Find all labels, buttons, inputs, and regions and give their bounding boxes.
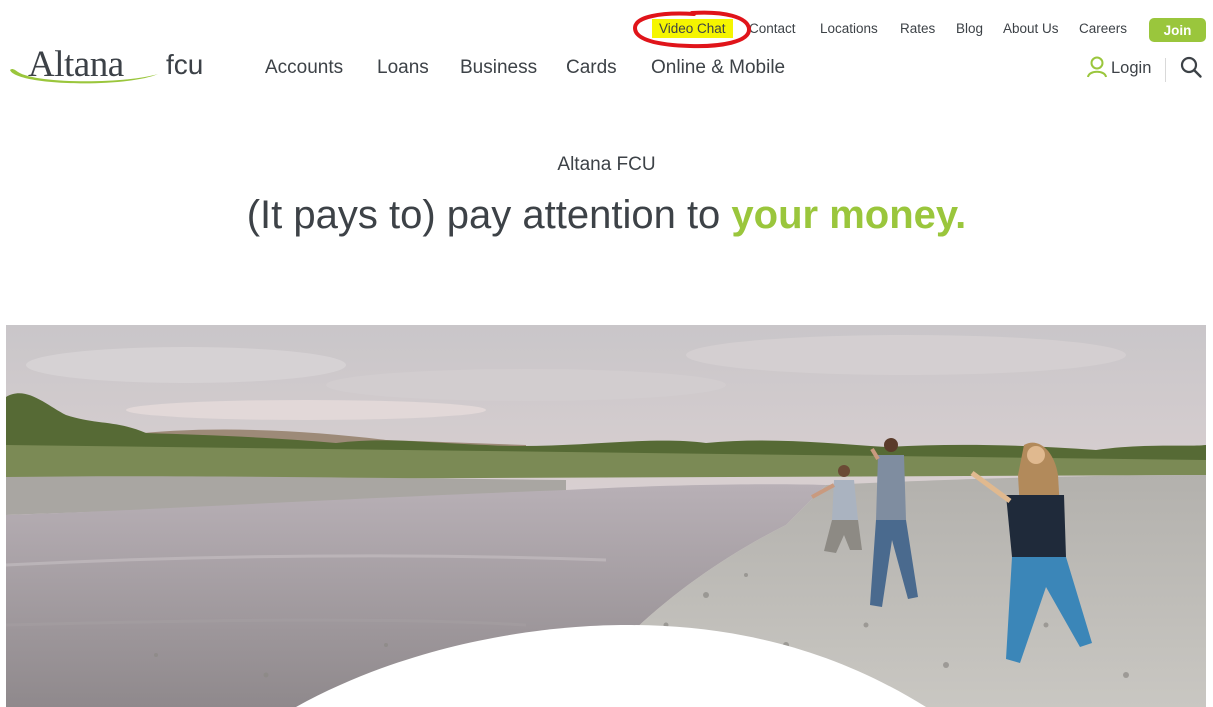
hero-eyebrow: Altana FCU xyxy=(557,154,656,175)
blog-link[interactable]: Blog xyxy=(956,21,983,36)
search-button[interactable] xyxy=(1179,55,1203,79)
hero-image xyxy=(6,325,1206,707)
hero-headline: (It pays to) pay attention to your money… xyxy=(0,193,1213,238)
search-icon xyxy=(1180,56,1202,78)
join-button[interactable]: Join xyxy=(1149,18,1206,42)
main-nav: Accounts Loans Business Cards Online & M… xyxy=(0,57,1213,81)
nav-loans[interactable]: Loans xyxy=(377,57,429,79)
careers-link[interactable]: Careers xyxy=(1079,21,1127,36)
headline-lead: (It pays to) pay attention to xyxy=(246,193,732,237)
nav-cards[interactable]: Cards xyxy=(566,57,617,79)
rates-link[interactable]: Rates xyxy=(900,21,935,36)
video-chat-link[interactable]: Video Chat xyxy=(652,19,733,38)
contact-link[interactable]: Contact xyxy=(749,21,796,36)
headline-accent: your money. xyxy=(731,193,967,237)
locations-link[interactable]: Locations xyxy=(820,21,878,36)
about-us-link[interactable]: About Us xyxy=(1003,21,1059,36)
utility-nav: Video Chat Contact Locations Rates Blog … xyxy=(0,19,1213,41)
nav-online-mobile[interactable]: Online & Mobile xyxy=(651,57,785,79)
login-button[interactable]: Login xyxy=(1086,56,1151,78)
user-icon xyxy=(1087,56,1107,78)
header-divider xyxy=(1165,58,1166,82)
nav-accounts[interactable]: Accounts xyxy=(265,57,343,79)
nav-business[interactable]: Business xyxy=(460,57,537,79)
login-label: Login xyxy=(1111,59,1152,77)
